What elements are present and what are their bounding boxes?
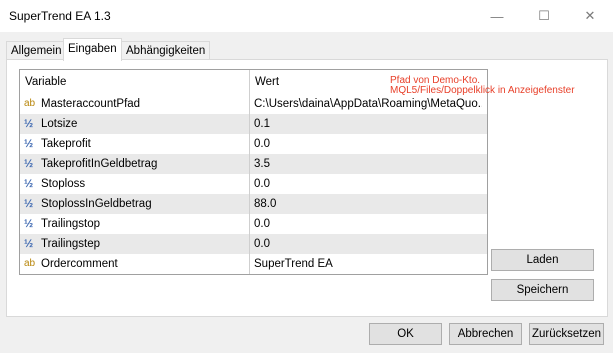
- title-bar: SuperTrend EA 1.3 — ☐ ✕: [0, 0, 613, 32]
- ok-button[interactable]: OK: [369, 323, 442, 345]
- row-value[interactable]: 88.0: [254, 194, 482, 214]
- close-button[interactable]: ✕: [567, 0, 613, 32]
- save-button[interactable]: Speichern: [491, 279, 594, 301]
- row-value[interactable]: C:\Users\daina\AppData\Roaming\MetaQuo..…: [254, 94, 482, 114]
- table-row[interactable]: ab Ordercomment SuperTrend EA: [20, 254, 487, 274]
- table-row[interactable]: ½ Trailingstep 0.0: [20, 234, 487, 254]
- window-title: SuperTrend EA 1.3: [9, 9, 111, 23]
- row-value[interactable]: 0.1: [254, 114, 482, 134]
- column-divider[interactable]: [249, 70, 250, 274]
- table-row[interactable]: ½ Stoploss 0.0: [20, 174, 487, 194]
- annotation-note: Pfad von Demo-Kto. MQL5/Files/Doppelklic…: [390, 76, 575, 96]
- reset-button[interactable]: Zurücksetzen: [529, 323, 604, 345]
- row-value[interactable]: 0.0: [254, 174, 482, 194]
- row-value[interactable]: SuperTrend EA: [254, 254, 482, 274]
- row-name: Trailingstop: [41, 218, 101, 230]
- annotation-line-2: MQL5/Files/Doppelklick in Anzeigefenster: [390, 85, 575, 96]
- table-row[interactable]: ½ StoplossInGeldbetrag 88.0: [20, 194, 487, 214]
- row-value[interactable]: 0.0: [254, 214, 482, 234]
- table-row[interactable]: ½ Takeprofit 0.0: [20, 134, 487, 154]
- numeric-type-icon: ½: [24, 178, 34, 190]
- row-name: Trailingstep: [41, 238, 101, 250]
- inputs-panel: Variable Wert ab MasteraccountPfad C:\Us…: [6, 59, 608, 317]
- row-value[interactable]: 0.0: [254, 234, 482, 254]
- close-icon: ✕: [584, 8, 596, 23]
- row-name: MasteraccountPfad: [41, 98, 141, 110]
- maximize-icon: ☐: [538, 8, 550, 23]
- row-name: Stoploss: [41, 178, 86, 190]
- header-variable[interactable]: Variable: [20, 70, 66, 94]
- numeric-type-icon: ½: [24, 158, 34, 170]
- row-name: Lotsize: [41, 118, 78, 130]
- string-type-icon: ab: [24, 258, 36, 269]
- table-row[interactable]: ½ Trailingstop 0.0: [20, 214, 487, 234]
- row-name: TakeprofitInGeldbetrag: [41, 158, 158, 170]
- minimize-button[interactable]: —: [474, 0, 520, 32]
- load-button[interactable]: Laden: [491, 249, 594, 271]
- numeric-type-icon: ½: [24, 118, 34, 130]
- numeric-type-icon: ½: [24, 138, 34, 150]
- table-row[interactable]: ½ Lotsize 0.1: [20, 114, 487, 134]
- cancel-button[interactable]: Abbrechen: [449, 323, 522, 345]
- numeric-type-icon: ½: [24, 198, 34, 210]
- tab-abhaengigkeiten[interactable]: Abhängigkeiten: [121, 41, 211, 60]
- table-row[interactable]: ½ TakeprofitInGeldbetrag 3.5: [20, 154, 487, 174]
- tab-eingaben[interactable]: Eingaben: [63, 38, 122, 61]
- row-name: Ordercomment: [41, 258, 118, 270]
- minimize-icon: —: [490, 8, 504, 24]
- table-row[interactable]: ab MasteraccountPfad C:\Users\daina\AppD…: [20, 94, 487, 114]
- row-name: Takeprofit: [41, 138, 91, 150]
- tab-allgemein[interactable]: Allgemein: [6, 41, 67, 60]
- string-type-icon: ab: [24, 98, 36, 109]
- row-value[interactable]: 0.0: [254, 134, 482, 154]
- maximize-button[interactable]: ☐: [521, 0, 567, 32]
- numeric-type-icon: ½: [24, 218, 34, 230]
- inputs-grid: Variable Wert ab MasteraccountPfad C:\Us…: [19, 69, 488, 275]
- numeric-type-icon: ½: [24, 238, 34, 250]
- row-value[interactable]: 3.5: [254, 154, 482, 174]
- row-name: StoplossInGeldbetrag: [41, 198, 152, 210]
- header-value[interactable]: Wert: [250, 70, 279, 94]
